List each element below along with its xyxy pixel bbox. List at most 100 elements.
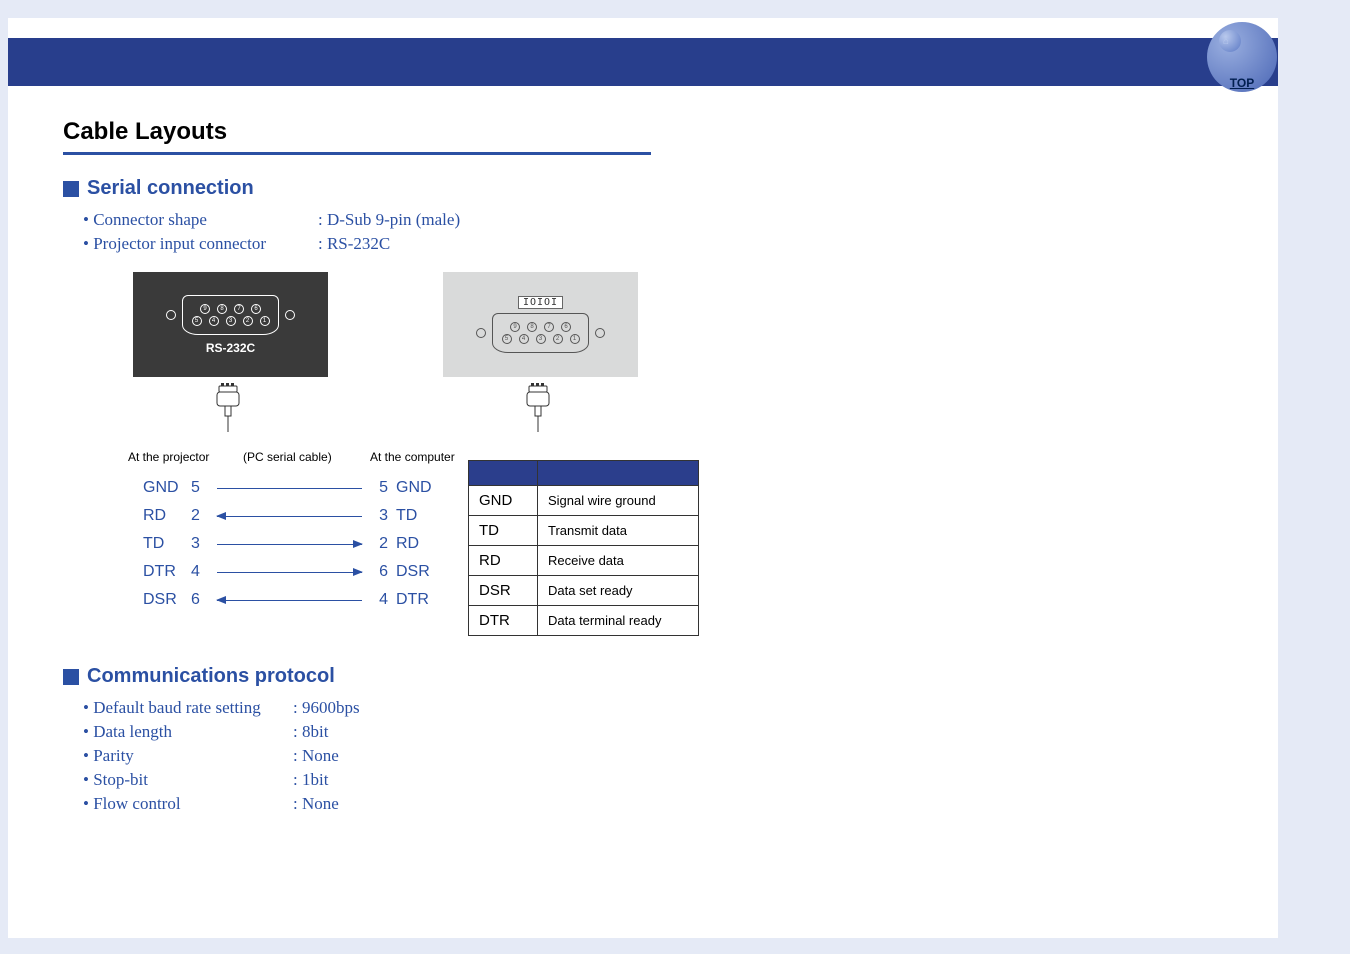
signal-abbr: TD [469,516,538,546]
table-row: DTRData terminal ready [469,606,699,636]
pin-icon: 6 [561,322,571,332]
pin-icon: 4 [519,334,529,344]
pin-icon: 3 [226,316,236,326]
serial-spec-list: • Connector shape: D-Sub 9-pin (male)• P… [63,210,1263,254]
projector-connector-diagram: 9876 54321 RS-232C [133,272,328,377]
pin-number: 2 [191,507,209,525]
spec-value: : D-Sub 9-pin (male) [318,210,460,230]
pin-icon: 6 [251,304,261,314]
connector-diagrams: 9876 54321 RS-232C IOIOI 9876 54321 [133,272,1263,432]
pin-row-bottom: 54321 [502,334,580,344]
pin-icon: 8 [527,322,537,332]
pin-icon: 7 [234,304,244,314]
wire-line-icon [217,488,362,489]
top-nav-badge[interactable]: ⌂ TOP [1207,22,1277,92]
dsub-shape: 9876 54321 [182,295,279,335]
computer-connector-diagram: IOIOI 9876 54321 [443,272,638,377]
table-row: TDTransmit data [469,516,699,546]
dsub-connector-icon: 9876 54321 [166,295,295,335]
serial-connection-heading: Serial connection [87,177,254,200]
top-link-label: TOP [1230,76,1254,90]
table-header-blank [469,461,538,486]
pin-label: GND [143,479,191,497]
spec-label: • Default baud rate setting [83,698,293,718]
spec-value: : RS-232C [318,234,390,254]
pin-line: TD 3 2 RD [143,530,444,558]
signal-abbr: DSR [469,576,538,606]
rs232c-label: RS-232C [206,341,255,355]
pin-row-bottom: 54321 [192,316,270,326]
pin-label: GND [396,479,444,497]
signal-desc: Data set ready [538,576,699,606]
content-area: Cable Layouts Serial connection • Connec… [63,118,1263,818]
spec-label: • Parity [83,746,293,766]
spec-label: • Connector shape [83,210,318,230]
spec-value: : None [293,794,339,814]
signal-abbr: DTR [469,606,538,636]
dsub-connector-icon: 9876 54321 [476,313,605,353]
spec-line: • Default baud rate setting: 9600bps [83,698,1263,718]
section-serial-connection: Serial connection [63,177,1263,200]
pin-line: GND 5 5 GND [143,474,444,502]
spec-value: : 8bit [293,722,328,742]
screw-icon [285,310,295,320]
wire-line-icon [217,516,362,517]
wire-line-icon [217,544,362,545]
dsub-shape: 9876 54321 [492,313,589,353]
house-icon: ⌂ [1223,36,1229,47]
page-background: Cable Layouts Serial connection • Connec… [8,18,1278,938]
pin-number: 5 [191,479,209,497]
wire-line-icon [217,572,362,573]
table-header-blank [538,461,699,486]
pin-number: 2 [370,535,388,553]
pin-icon: 9 [510,322,520,332]
pin-line: DSR 6 4 DTR [143,586,444,614]
pin-icon: 3 [536,334,546,344]
square-bullet-icon [63,669,79,685]
pin-icon: 5 [192,316,202,326]
spec-value: : None [293,746,339,766]
signal-desc: Receive data [538,546,699,576]
table-row: DSRData set ready [469,576,699,606]
pin-icon: 4 [209,316,219,326]
spec-line: • Parity: None [83,746,1263,766]
pin-line: DTR 4 6 DSR [143,558,444,586]
pinout-header-mid: (PC serial cable) [243,450,332,464]
spec-label: • Stop-bit [83,770,293,790]
table-row: RDReceive data [469,546,699,576]
serial-plug-icon [523,386,553,437]
serial-plug-icon [213,386,243,437]
spec-line: • Flow control: None [83,794,1263,814]
square-bullet-icon [63,181,79,197]
spec-line: • Connector shape: D-Sub 9-pin (male) [83,210,1263,230]
communications-protocol-heading: Communications protocol [87,665,335,688]
pin-number: 3 [370,507,388,525]
spec-value: : 1bit [293,770,328,790]
signal-description-table: GNDSignal wire groundTDTransmit dataRDRe… [468,460,699,636]
pin-icon: 1 [260,316,270,326]
pin-line: RD 2 3 TD [143,502,444,530]
pin-row-top: 9876 [200,304,261,314]
communications-protocol-section: Communications protocol • Default baud r… [63,665,1263,814]
page-title: Cable Layouts [63,118,1263,146]
table-row: GNDSignal wire ground [469,486,699,516]
wire-line-icon [217,600,362,601]
pinout-diagram-area: At the projector (PC serial cable) At th… [88,450,1263,640]
signal-desc: Data terminal ready [538,606,699,636]
pin-number: 6 [370,563,388,581]
spec-value: : 9600bps [293,698,360,718]
spec-label: • Data length [83,722,293,742]
screw-icon [476,328,486,338]
signal-desc: Transmit data [538,516,699,546]
section-communications-protocol: Communications protocol [63,665,1263,688]
pin-number: 6 [191,591,209,609]
pin-icon: 9 [200,304,210,314]
spec-label: • Projector input connector [83,234,318,254]
signal-desc: Signal wire ground [538,486,699,516]
ioi-port-label: IOIOI [518,296,563,309]
protocol-spec-list: • Default baud rate setting: 9600bps• Da… [63,698,1263,814]
pin-icon: 7 [544,322,554,332]
pin-row-top: 9876 [510,322,571,332]
signal-abbr: GND [469,486,538,516]
pin-label: TD [396,507,444,525]
